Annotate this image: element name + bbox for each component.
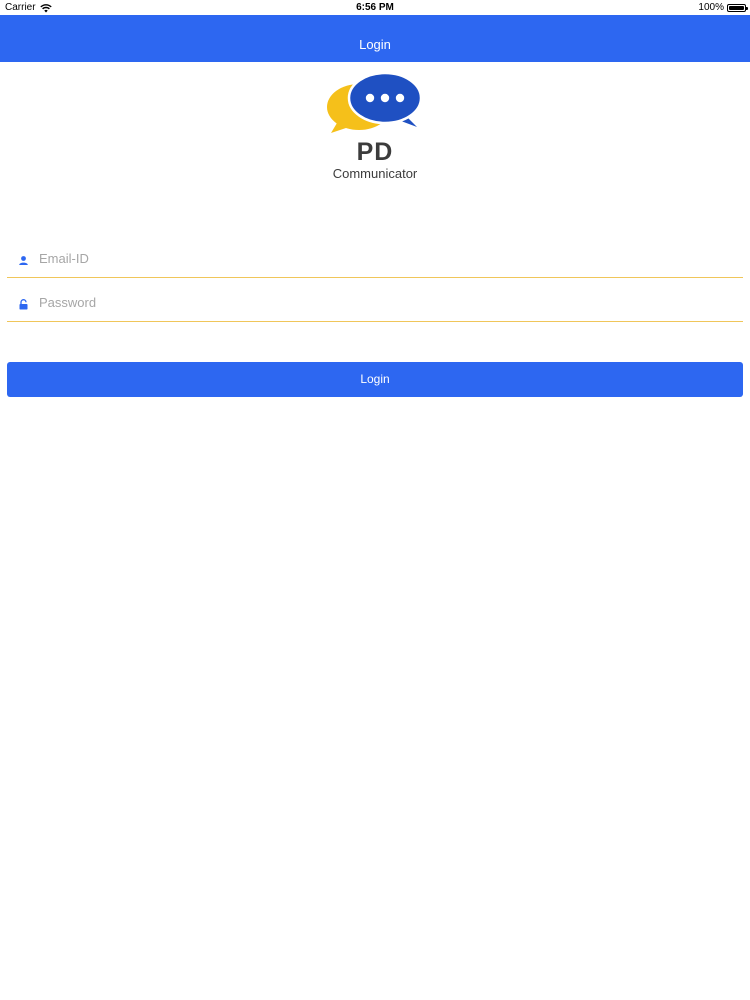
password-field[interactable] bbox=[39, 292, 729, 312]
email-field[interactable] bbox=[39, 248, 729, 268]
battery-percentage: 100% bbox=[698, 2, 724, 13]
navigation-bar: Login bbox=[0, 15, 750, 62]
user-icon bbox=[19, 256, 28, 265]
logo-subtitle: Communicator bbox=[332, 166, 418, 181]
battery-icon bbox=[727, 3, 748, 12]
email-field-row bbox=[7, 240, 743, 278]
lock-icon bbox=[19, 299, 28, 310]
status-right: 100% bbox=[698, 0, 748, 15]
login-button[interactable]: Login bbox=[7, 362, 743, 397]
password-field-row bbox=[7, 284, 743, 322]
battery-tip bbox=[746, 6, 748, 10]
nav-title: Login bbox=[359, 37, 391, 52]
status-time: 6:56 PM bbox=[356, 2, 394, 13]
logo-title: PD bbox=[356, 138, 394, 166]
battery-fill bbox=[729, 5, 744, 10]
chat-bubbles-logo bbox=[327, 73, 423, 133]
app-logo: PD Communicator bbox=[315, 70, 435, 185]
status-bar: Carrier 6:56 PM 100% bbox=[0, 0, 750, 15]
